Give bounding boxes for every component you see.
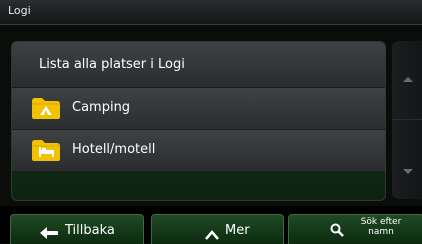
chevron-up-icon <box>403 77 413 82</box>
more-button-label: Mer <box>225 223 250 238</box>
category-list: Lista alla platser i Logi Camping Hotell <box>11 41 386 201</box>
title-bar: Logi <box>0 0 422 25</box>
bottom-toolbar: Tillbaka Mer Sök efter namn <box>0 206 422 244</box>
hotel-bed-icon <box>31 138 61 162</box>
back-button-label: Tillbaka <box>65 223 115 238</box>
search-icon <box>330 222 344 241</box>
back-button[interactable]: Tillbaka <box>10 214 144 244</box>
scroll-up-button[interactable] <box>392 41 422 120</box>
search-by-name-button[interactable]: Sök efter namn <box>288 214 422 244</box>
chevron-down-icon <box>403 169 413 174</box>
list-all-places-item[interactable]: Lista alla platser i Logi <box>12 42 385 88</box>
camping-tent-icon <box>31 96 61 120</box>
list-all-places-label: Lista alla platser i Logi <box>39 57 185 72</box>
page-title: Logi <box>8 4 31 17</box>
list-item-camping[interactable]: Camping <box>12 88 385 130</box>
more-button[interactable]: Mer <box>151 214 284 244</box>
scrollbar[interactable] <box>392 41 422 199</box>
list-item-hotel[interactable]: Hotell/motell <box>12 130 385 172</box>
scroll-down-button[interactable] <box>392 121 422 199</box>
chevron-up-icon <box>205 225 219 244</box>
list-item-label: Camping <box>72 100 131 115</box>
arrow-left-icon <box>40 224 58 243</box>
search-button-label: Sök efter namn <box>360 217 402 237</box>
list-item-label: Hotell/motell <box>72 142 156 157</box>
